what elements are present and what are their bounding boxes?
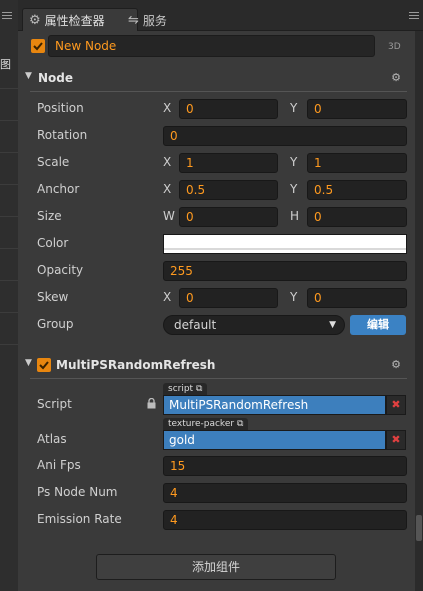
divider (0, 216, 18, 217)
check-icon (33, 42, 43, 51)
add-component-button[interactable]: 添加组件 (96, 554, 336, 580)
position-y-input[interactable]: 0 (307, 99, 407, 119)
divider (0, 248, 18, 249)
alpha-bar (164, 248, 406, 250)
ps-node-num-input[interactable]: 4 (163, 483, 407, 503)
rotation-label: Rotation (37, 128, 88, 142)
position-label: Position (37, 101, 84, 115)
divider (0, 120, 18, 121)
divider (0, 88, 18, 89)
edit-group-button[interactable]: 编辑 (350, 315, 406, 335)
tab-bar: ⚙ 属性检查器 ⇋ 服务 (18, 0, 423, 32)
atlas-label: Atlas (37, 432, 67, 446)
skew-y-axis-label: Y (290, 290, 298, 304)
component-title: MultiPSRandomRefresh (56, 358, 216, 372)
anchor-x-input[interactable]: 0.5 (179, 180, 278, 200)
scale-label: Scale (37, 155, 70, 169)
ani-fps-label: Ani Fps (37, 458, 81, 472)
scale-y-axis-label: Y (290, 155, 298, 169)
tab-inspector-label: 属性检查器 (44, 14, 105, 28)
atlas-asset-field[interactable]: gold (163, 430, 386, 450)
panel-menu-icon[interactable] (409, 12, 419, 21)
section-title: Node (38, 71, 74, 85)
anchor-y-axis-label: Y (290, 182, 298, 196)
remove-script-button[interactable]: ✖ (386, 395, 406, 415)
ani-fps-input[interactable]: 15 (163, 456, 407, 476)
component-enabled-checkbox[interactable] (37, 358, 51, 372)
scale-x-axis-label: X (163, 155, 172, 169)
ps-node-num-label: Ps Node Num (37, 485, 118, 499)
check-icon (39, 361, 49, 370)
node-active-checkbox[interactable] (31, 39, 45, 53)
atlas-type-tag: texture-packer ⧉ (163, 418, 249, 430)
skew-x-input[interactable]: 0 (179, 288, 278, 308)
position-x-input[interactable]: 0 (179, 99, 278, 119)
size-height-input[interactable]: 0 (307, 207, 407, 227)
menu-icon[interactable] (2, 12, 12, 20)
skew-x-axis-label: X (163, 290, 172, 304)
gear-icon: ⚙ (29, 13, 41, 28)
script-type-tag-text: script (168, 384, 194, 394)
section-divider (30, 378, 407, 379)
group-select-value: default (174, 318, 217, 332)
color-swatch[interactable] (163, 234, 407, 254)
external-link-icon[interactable]: ⧉ (196, 384, 202, 394)
anchor-x-axis-label: X (163, 182, 172, 196)
collapse-triangle-icon[interactable]: ▼ (25, 358, 32, 368)
collapse-triangle-icon[interactable]: ▼ (25, 71, 32, 81)
anchor-label: Anchor (37, 182, 80, 196)
node-section-header[interactable]: ▼ Node ⚙ (18, 65, 415, 91)
rotation-input[interactable]: 0 (163, 126, 407, 146)
remove-atlas-button[interactable]: ✖ (386, 430, 406, 450)
scrollbar-thumb[interactable] (416, 515, 422, 541)
emission-rate-label: Emission Rate (37, 512, 122, 526)
group-label: Group (37, 317, 74, 331)
divider (0, 152, 18, 153)
external-link-icon[interactable]: ⧉ (237, 419, 243, 429)
divider (0, 312, 18, 313)
skew-y-input[interactable]: 0 (307, 288, 407, 308)
lock-icon (147, 398, 156, 409)
divider (0, 184, 18, 185)
3d-badge: 3D (388, 42, 401, 52)
script-asset-field[interactable]: MultiPSRandomRefresh (163, 395, 386, 415)
dropdown-arrow-icon: ▼ (329, 320, 336, 330)
opacity-label: Opacity (37, 263, 84, 277)
section-divider (30, 91, 407, 92)
tab-inspector[interactable]: ⚙ 属性检查器 (22, 8, 138, 32)
left-panel-label: 图 (0, 58, 11, 71)
divider (0, 344, 18, 345)
settings-gear-icon[interactable]: ⚙ (391, 358, 401, 371)
tab-services-label: 服务 (142, 13, 167, 28)
size-width-input[interactable]: 0 (179, 207, 278, 227)
divider (0, 280, 18, 281)
component-section-header[interactable]: ▼ MultiPSRandomRefresh ⚙ (18, 352, 415, 378)
scrollbar-track[interactable] (415, 31, 423, 591)
position-x-axis-label: X (163, 101, 172, 115)
link-icon: ⇋ (128, 12, 139, 28)
tab-services[interactable]: ⇋ 服务 (128, 8, 167, 32)
emission-rate-input[interactable]: 4 (163, 510, 407, 530)
anchor-y-input[interactable]: 0.5 (307, 180, 407, 200)
size-w-axis-label: W (163, 209, 175, 223)
size-h-axis-label: H (290, 209, 300, 223)
opacity-input[interactable]: 255 (163, 261, 407, 281)
group-select[interactable]: default ▼ (163, 315, 345, 335)
scale-x-input[interactable]: 1 (179, 153, 278, 173)
color-label: Color (37, 236, 69, 250)
scale-y-input[interactable]: 1 (307, 153, 407, 173)
script-label: Script (37, 397, 72, 411)
script-type-tag: script ⧉ (163, 383, 208, 395)
size-label: Size (37, 209, 62, 223)
settings-gear-icon[interactable]: ⚙ (391, 71, 401, 84)
atlas-type-tag-text: texture-packer (168, 419, 235, 429)
node-name-input[interactable]: New Node (48, 35, 375, 57)
left-panel-strip: 图 (0, 0, 19, 591)
position-y-axis-label: Y (290, 101, 298, 115)
skew-label: Skew (37, 290, 69, 304)
